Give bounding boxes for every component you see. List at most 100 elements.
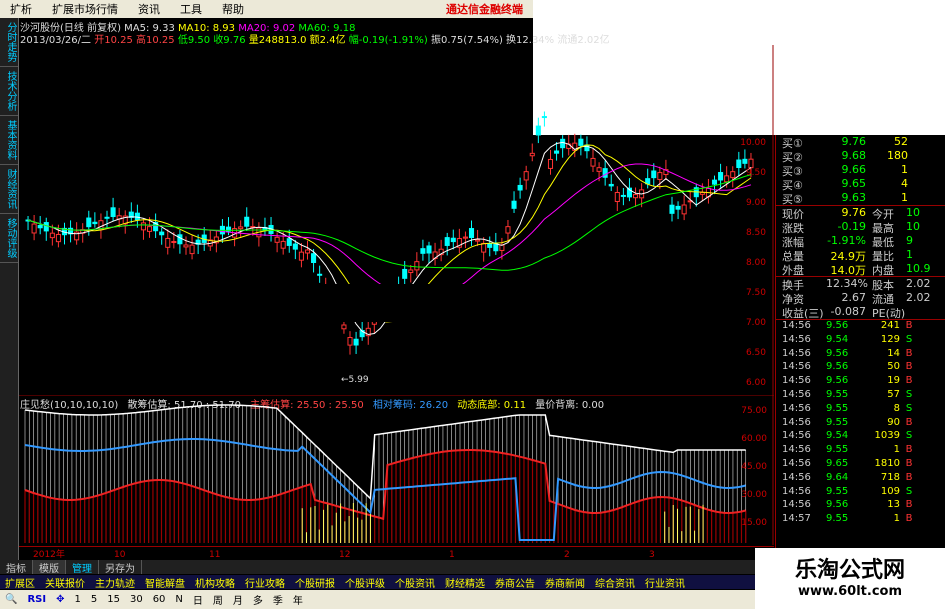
tab-broker-notice[interactable]: 券商公告 <box>490 575 540 590</box>
quote-row: 总量 24.9万 量比 1 <box>782 248 913 263</box>
trade-row: 14:57 9.55 1 B <box>782 513 913 525</box>
quote-row: 买⑤ 9.63 1 <box>782 191 908 206</box>
tab-fundamentals[interactable]: 基本资料 <box>0 116 18 165</box>
candle-body <box>590 157 596 167</box>
candlestick-chart[interactable]: 10.00 9.50 9.00 8.50 8.00 7.50 7.00 6.50 6.00 ←5… <box>19 45 774 395</box>
menu-item-analysis[interactable]: 扩析 <box>0 1 42 17</box>
candle-body <box>487 243 493 248</box>
tab-ext-area[interactable]: 扩展区 <box>0 575 40 590</box>
tab-finance-select[interactable]: 财经精选 <box>440 575 490 590</box>
period-60[interactable]: 60 <box>148 594 171 605</box>
trade-row: 14:56 9.54 129 S <box>782 333 913 345</box>
candle-body <box>547 158 554 169</box>
price-tick-label: 9.50 <box>746 168 766 178</box>
candle-body <box>286 238 292 246</box>
tab-stock-rating[interactable]: 个股评级 <box>340 575 390 590</box>
trade-row: 14:56 9.55 90 B <box>782 416 913 428</box>
indicator-tick-label: 75.00 <box>741 406 767 416</box>
tab-stock-report[interactable]: 个股研报 <box>290 575 340 590</box>
quote-row: 现价 9.76 今开 10 <box>782 206 920 221</box>
candle-body <box>608 183 614 187</box>
period-month[interactable]: 月 <box>228 592 248 607</box>
relative-line <box>24 438 746 541</box>
candle-body <box>147 226 153 232</box>
candle-body <box>651 170 657 179</box>
move-icon[interactable]: ✥ <box>51 594 69 605</box>
tab-industry-news[interactable]: 行业资讯 <box>640 575 690 590</box>
stats-block-2: 换手 12.34% 股本 2.02 净资 2.67 流通 2.02 收益(三) -0.087 PE(… <box>776 277 945 320</box>
candle-body <box>189 244 195 255</box>
menu-bar: 扩析 扩展市场行情 资讯 工具 帮助 通达信金融终端 <box>0 0 533 18</box>
period-n[interactable]: N <box>170 594 187 605</box>
time-tick-label: 10 <box>114 550 126 560</box>
tab-technical[interactable]: 技术分析 <box>0 67 18 116</box>
save-as-button[interactable]: 另存为 <box>99 560 142 575</box>
menu-item-market[interactable]: 扩展市场行情 <box>42 1 128 17</box>
ma20-line <box>27 163 752 298</box>
rsi-button[interactable]: RSI <box>22 594 51 605</box>
candle-body <box>49 232 55 239</box>
candle-body <box>165 237 171 248</box>
candle-body <box>450 237 456 243</box>
time-tick-label: 11 <box>209 550 220 560</box>
manage-button[interactable]: 管理 <box>66 560 99 575</box>
quote-row: 收益(三) -0.087 PE(动) <box>782 305 906 320</box>
candle-body <box>554 150 560 154</box>
candle-body <box>292 243 298 250</box>
tab-related-quote[interactable]: 关联报价 <box>40 575 90 590</box>
app-brand: 通达信金融终端 <box>446 3 523 16</box>
candle-body <box>535 125 541 136</box>
period-week[interactable]: 周 <box>208 592 228 607</box>
quote-row: 外盘 14.0万 内盘 10.9 <box>782 262 931 277</box>
menu-item-tools[interactable]: 工具 <box>170 1 212 17</box>
tab-main-track[interactable]: 主力轨迹 <box>90 575 140 590</box>
period-15[interactable]: 15 <box>102 594 125 605</box>
tab-general-news[interactable]: 综合资讯 <box>590 575 640 590</box>
period-5[interactable]: 5 <box>86 594 102 605</box>
period-1[interactable]: 1 <box>69 594 85 605</box>
tab-industry-strategy[interactable]: 行业攻略 <box>240 575 290 590</box>
ma60-line <box>27 174 752 271</box>
period-multi[interactable]: 多 <box>248 592 268 607</box>
zoom-icon[interactable]: 🔍 <box>0 594 22 605</box>
indicator-button[interactable]: 指标 <box>0 560 33 575</box>
trade-list[interactable]: 14:56 9.56 241 B 14:56 9.54 129 S 14:56 9.56 14 B 14… <box>776 320 945 527</box>
candle-body <box>724 175 730 183</box>
candle-body <box>347 337 353 346</box>
ohlc-info-line: 2013/03/26/二 开10.25 高10.25 低9.50 收9.76 量… <box>20 31 610 46</box>
candle-body <box>523 171 529 181</box>
candle-body <box>244 216 250 227</box>
period-30[interactable]: 30 <box>125 594 148 605</box>
trade-row: 14:56 9.56 19 B <box>782 375 913 387</box>
indicator-chart[interactable]: 75.00 60.00 45.00 30.00 15.00 <box>19 395 774 545</box>
tab-intraday[interactable]: 分时走势 <box>0 18 18 67</box>
menu-item-help[interactable]: 帮助 <box>212 1 254 17</box>
candle-body <box>311 253 317 263</box>
tab-smart-analysis[interactable]: 智能解盘 <box>140 575 190 590</box>
period-day[interactable]: 日 <box>188 592 208 607</box>
indicator-tick-label: 30.00 <box>741 490 767 500</box>
template-button[interactable]: 模版 <box>33 560 66 575</box>
period-quarter[interactable]: 季 <box>268 592 288 607</box>
trade-row: 14:56 9.56 13 B <box>782 499 913 511</box>
trade-row: 14:56 9.54 1039 S <box>782 430 913 442</box>
order-book: 买① 9.76 52 买② 9.68 180 买③ 9.66 1 买④ 9.65 4 买⑤ 9.63 1 <box>776 135 945 206</box>
candle-body <box>43 222 49 232</box>
period-year[interactable]: 年 <box>288 592 308 607</box>
tab-finance-news[interactable]: 财经资讯 <box>0 165 18 214</box>
quote-row: 买② 9.68 180 <box>782 149 908 164</box>
quote-row: 换手 12.34% 股本 2.02 <box>782 277 931 292</box>
tab-stock-news[interactable]: 个股资讯 <box>390 575 440 590</box>
quote-panel: 买① 9.76 52 买② 9.68 180 买③ 9.66 1 买④ 9.65 4 买⑤ 9.63 1 现… <box>775 135 945 555</box>
candle-body <box>730 171 736 179</box>
tab-rating[interactable]: 移动评级 <box>0 214 18 263</box>
menu-item-news[interactable]: 资讯 <box>128 1 170 17</box>
watermark-logo: 乐淘公式网 www.60lt.com <box>755 548 945 609</box>
candle-body <box>481 242 487 253</box>
quote-row: 买④ 9.65 4 <box>782 177 908 192</box>
tab-broker-news[interactable]: 券商新闻 <box>540 575 590 590</box>
candle-body <box>499 244 505 251</box>
candle-body <box>718 172 724 181</box>
candle-body <box>657 172 663 180</box>
tab-inst-strategy[interactable]: 机构攻略 <box>190 575 240 590</box>
